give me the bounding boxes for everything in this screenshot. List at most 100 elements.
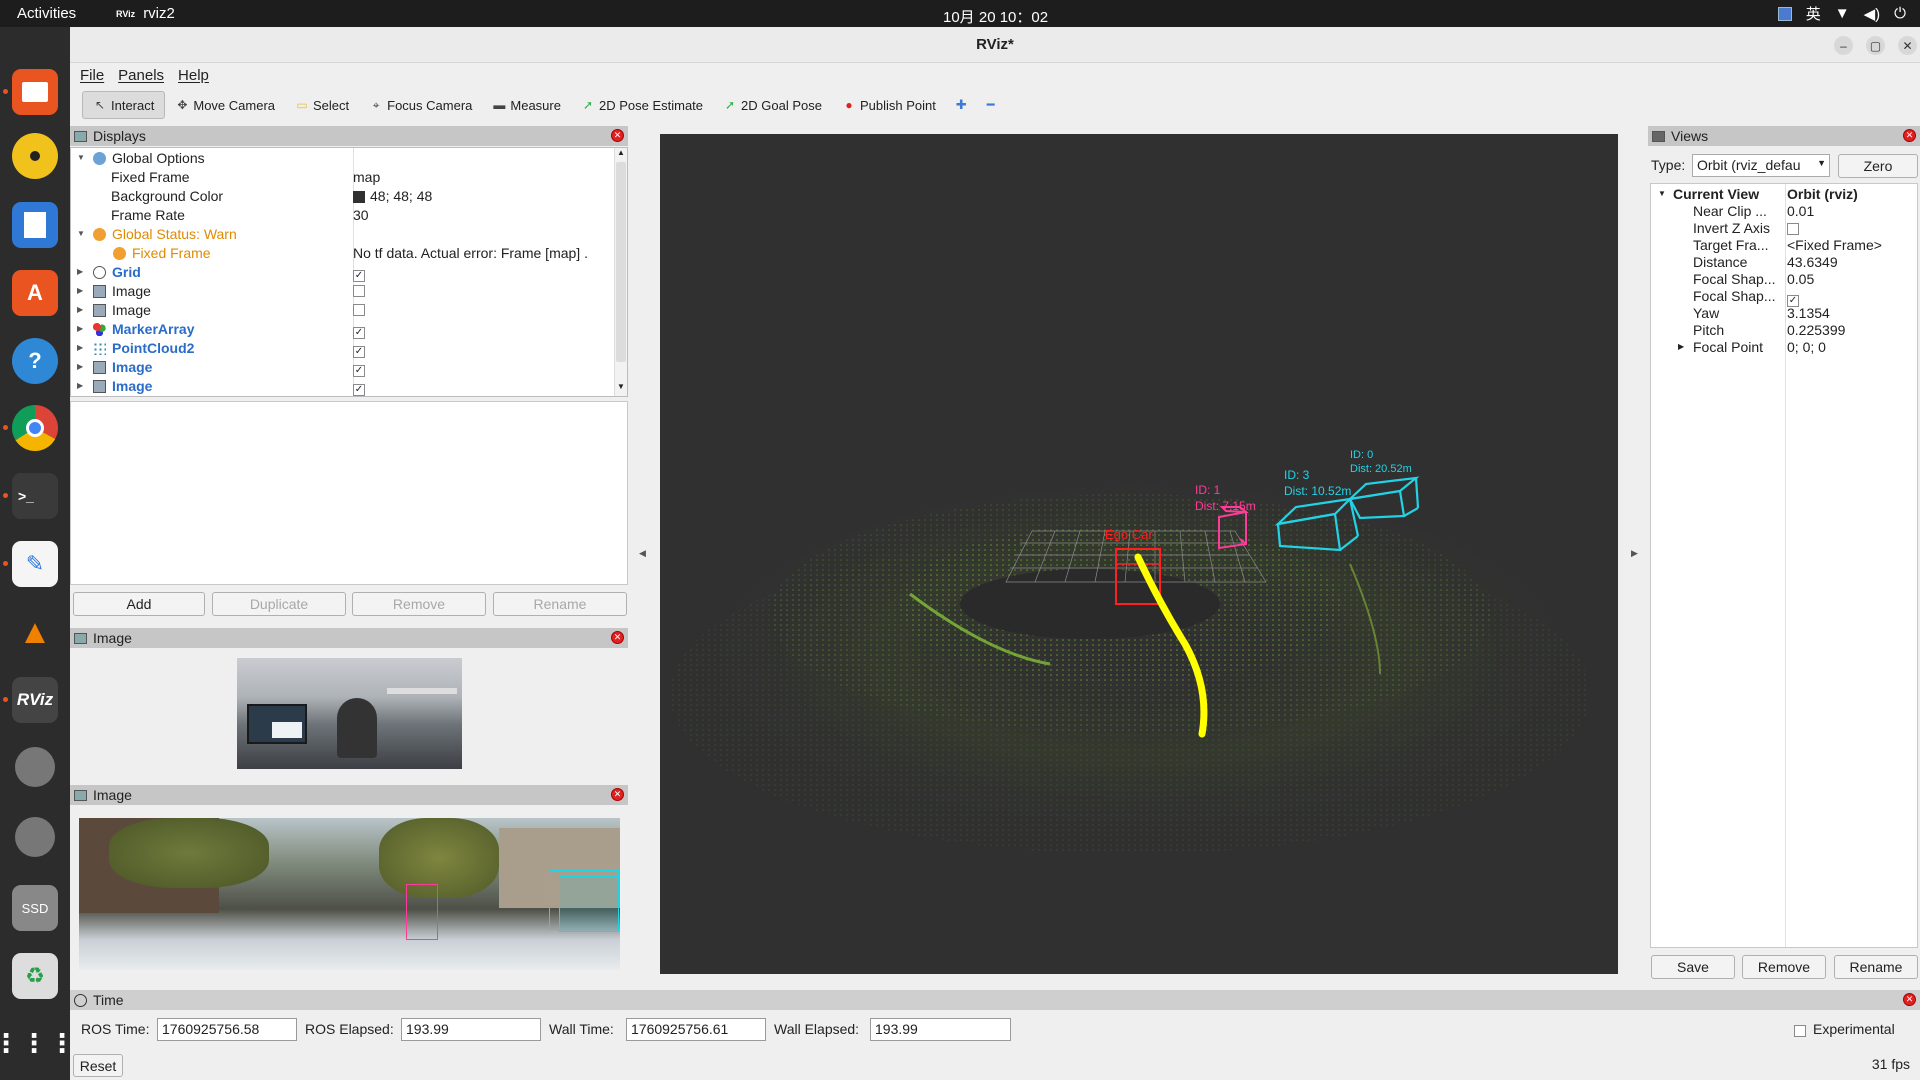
close-time-icon[interactable]: ✕	[1903, 993, 1916, 1006]
view-prop-value[interactable]: 0; 0; 0	[1787, 339, 1826, 355]
display-item[interactable]: MarkerArray	[93, 321, 195, 337]
help-icon[interactable]: ?	[12, 338, 58, 384]
tree-scrollbar[interactable]: ▲ ▼	[614, 148, 627, 396]
view-prop-value[interactable]: 0.05	[1787, 271, 1814, 287]
tool-interact[interactable]: ↖ Interact	[82, 91, 166, 119]
display-item[interactable]: Image	[93, 283, 151, 299]
collapse-right-handle[interactable]: ▶	[1631, 548, 1638, 559]
writer-icon[interactable]	[12, 202, 58, 248]
view-prop-value[interactable]: 43.6349	[1787, 254, 1838, 270]
display-item[interactable]: Image	[93, 302, 151, 318]
experimental-checkbox[interactable]	[1794, 1025, 1806, 1037]
expand-arrow-icon[interactable]: ▶	[77, 286, 83, 295]
expand-arrow-icon[interactable]: ▶	[77, 362, 83, 371]
show-apps-icon[interactable]: ⋮⋮⋮	[0, 1020, 75, 1066]
tool-2d-goal-pose[interactable]: ➚ 2D Goal Pose	[713, 91, 832, 119]
expand-arrow-icon[interactable]: ▶	[77, 381, 83, 390]
zero-button[interactable]: Zero	[1838, 154, 1918, 178]
view-prop-value[interactable]: <Fixed Frame>	[1787, 237, 1882, 253]
activities-button[interactable]: Activities	[17, 5, 76, 22]
trash-icon[interactable]: ♻	[12, 953, 58, 999]
close-displays-icon[interactable]: ✕	[611, 129, 624, 142]
terminal-icon[interactable]: >_	[12, 473, 58, 519]
expand-arrow-icon[interactable]: ▼	[77, 229, 85, 238]
display-enable-checkbox[interactable]	[353, 285, 365, 297]
remove-view-button[interactable]: Remove	[1742, 955, 1826, 979]
tool-publish-point[interactable]: ● Publish Point	[832, 91, 946, 119]
display-enable-checkbox[interactable]: ✓	[353, 269, 365, 282]
remove-display-button[interactable]: Remove	[352, 592, 486, 616]
ros-time-field[interactable]: 1760925756.58	[157, 1018, 297, 1041]
power-icon[interactable]: ⏻	[1894, 5, 1906, 22]
tool-focus-camera[interactable]: ⌖ Focus Camera	[359, 91, 482, 119]
display-enable-checkbox[interactable]	[353, 304, 365, 316]
display-item[interactable]: PointCloud2	[93, 340, 194, 356]
reset-button[interactable]: Reset	[73, 1054, 123, 1077]
expand-arrow-icon[interactable]: ▶	[77, 305, 83, 314]
menu-file[interactable]: File	[80, 67, 104, 84]
wifi-icon[interactable]: ▼	[1835, 5, 1850, 22]
ros-elapsed-field[interactable]: 193.99	[401, 1018, 541, 1041]
vlc-icon[interactable]: ▲	[12, 609, 58, 655]
disk-icon[interactable]	[15, 747, 55, 787]
tool-measure[interactable]: ▬ Measure	[482, 91, 571, 119]
system-tray[interactable]: 英 ▼ ◀) ⏻	[1777, 3, 1906, 24]
add-display-button[interactable]: Add	[73, 592, 205, 616]
close-views-icon[interactable]: ✕	[1903, 129, 1916, 142]
language-indicator[interactable]: 英	[1806, 3, 1821, 24]
display-enable-checkbox[interactable]: ✓	[353, 326, 365, 339]
3d-viewport[interactable]: Ego Car ID: 1 Dist: 7.15m ID: 3 Dist: 10…	[660, 134, 1618, 974]
fixed-frame-value[interactable]: map	[353, 169, 380, 185]
remove-tool-icon[interactable]: ━	[977, 91, 1005, 119]
close-window-button[interactable]: ✕	[1898, 36, 1917, 55]
rhythmbox-icon[interactable]	[12, 133, 58, 179]
input-method-icon[interactable]	[1777, 6, 1792, 21]
files-icon[interactable]	[12, 69, 58, 115]
expand-arrow-icon[interactable]: ▶	[77, 343, 83, 352]
close-image-panel-1-icon[interactable]: ✕	[611, 631, 624, 644]
clock[interactable]: 10月 20 10：02	[943, 6, 1048, 27]
wall-elapsed-field[interactable]: 193.99	[870, 1018, 1011, 1041]
menu-panels[interactable]: Panels	[118, 67, 164, 84]
menu-help[interactable]: Help	[178, 67, 209, 84]
display-enable-checkbox[interactable]: ✓	[353, 345, 365, 358]
view-prop-value[interactable]: 0.225399	[1787, 322, 1845, 338]
expand-arrow-icon[interactable]: ▶	[77, 267, 83, 276]
expand-arrow-icon[interactable]: ▼	[77, 153, 85, 162]
minimize-button[interactable]: –	[1834, 36, 1853, 55]
expand-arrow-icon[interactable]: ▶	[1678, 342, 1684, 351]
app-menu[interactable]: RViz rviz2	[116, 5, 175, 22]
duplicate-display-button[interactable]: Duplicate	[212, 592, 346, 616]
view-prop-value[interactable]: 3.1354	[1787, 305, 1830, 321]
wall-time-field[interactable]: 1760925756.61	[626, 1018, 766, 1041]
close-image-panel-2-icon[interactable]: ✕	[611, 788, 624, 801]
view-prop-value[interactable]: 0.01	[1787, 203, 1814, 219]
display-enable-checkbox[interactable]: ✓	[353, 383, 365, 396]
add-tool-icon[interactable]: ✚	[946, 91, 977, 119]
display-item[interactable]: Image	[93, 378, 152, 394]
view-prop-checkbox[interactable]	[1787, 223, 1799, 235]
expand-arrow-icon[interactable]: ▼	[1658, 189, 1666, 198]
view-type-select[interactable]: Orbit (rviz_defau ▼	[1692, 154, 1830, 177]
disk-icon-2[interactable]	[15, 817, 55, 857]
tool-move-camera[interactable]: ✥ Move Camera	[165, 91, 285, 119]
frame-rate-value[interactable]: 30	[353, 207, 369, 223]
ssd-icon[interactable]: SSD	[12, 885, 58, 931]
collapse-left-handle[interactable]: ◀	[639, 548, 646, 559]
display-item[interactable]: Image	[93, 359, 152, 375]
expand-arrow-icon[interactable]: ▶	[77, 324, 83, 333]
display-enable-checkbox[interactable]: ✓	[353, 364, 365, 377]
bg-color-field[interactable]: 48; 48; 48	[353, 188, 432, 204]
save-view-button[interactable]: Save	[1651, 955, 1735, 979]
rviz-dock-icon[interactable]: RViz	[12, 677, 58, 723]
volume-icon[interactable]: ◀)	[1864, 5, 1881, 23]
rename-view-button[interactable]: Rename	[1834, 955, 1918, 979]
app-center-icon[interactable]: A	[12, 270, 58, 316]
display-item[interactable]: Grid	[93, 264, 141, 280]
tool-2d-pose-estimate[interactable]: ➚ 2D Pose Estimate	[571, 91, 713, 119]
rename-display-button[interactable]: Rename	[493, 592, 627, 616]
tool-select[interactable]: ▭ Select	[285, 91, 359, 119]
chrome-icon[interactable]	[12, 405, 58, 451]
maximize-button[interactable]: ▢	[1866, 36, 1885, 55]
text-editor-icon[interactable]: ✎	[12, 541, 58, 587]
